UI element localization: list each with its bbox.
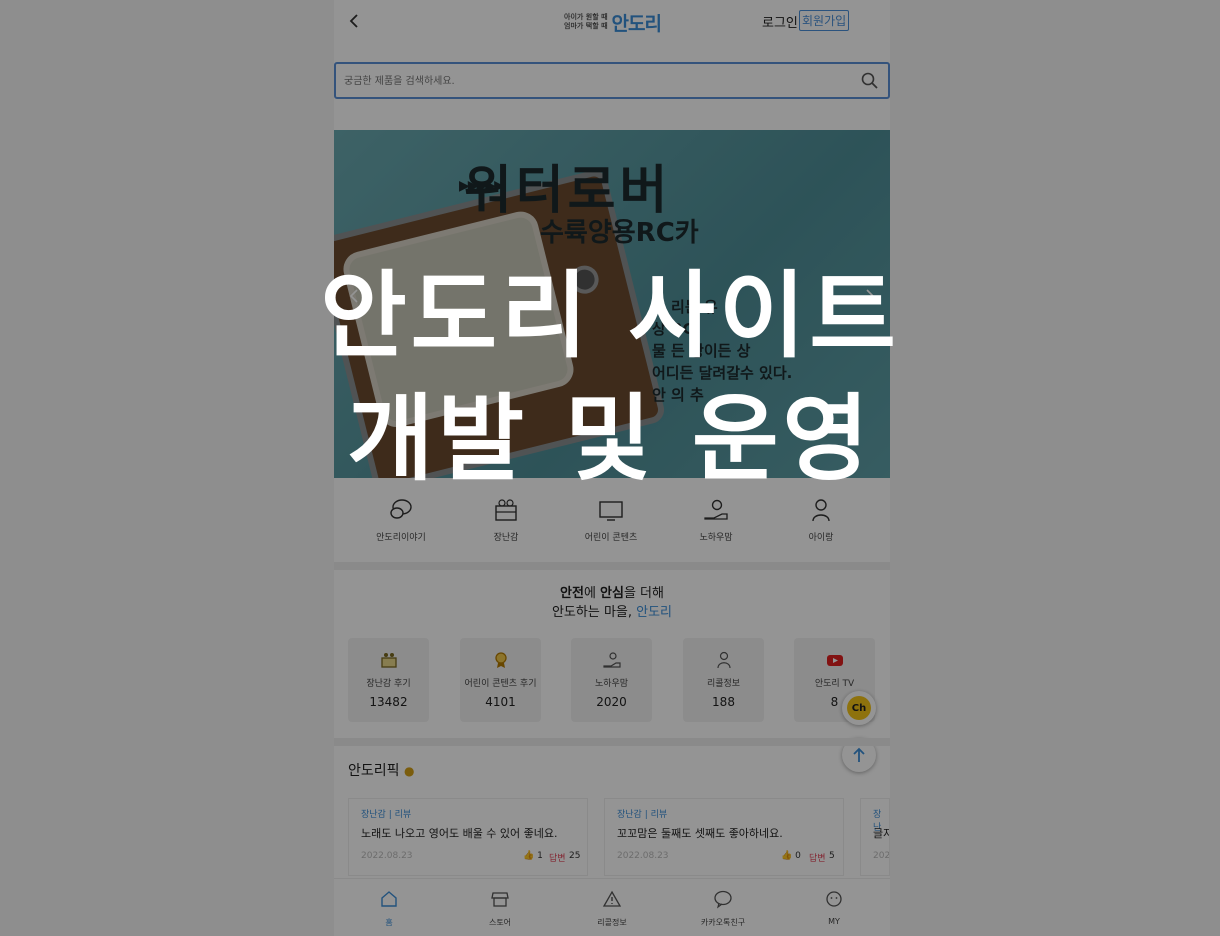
overlay-headline-line-1: 안도리 사이트	[320, 262, 900, 371]
overlay-headline-line-2: 개발 및 운영	[347, 385, 873, 494]
